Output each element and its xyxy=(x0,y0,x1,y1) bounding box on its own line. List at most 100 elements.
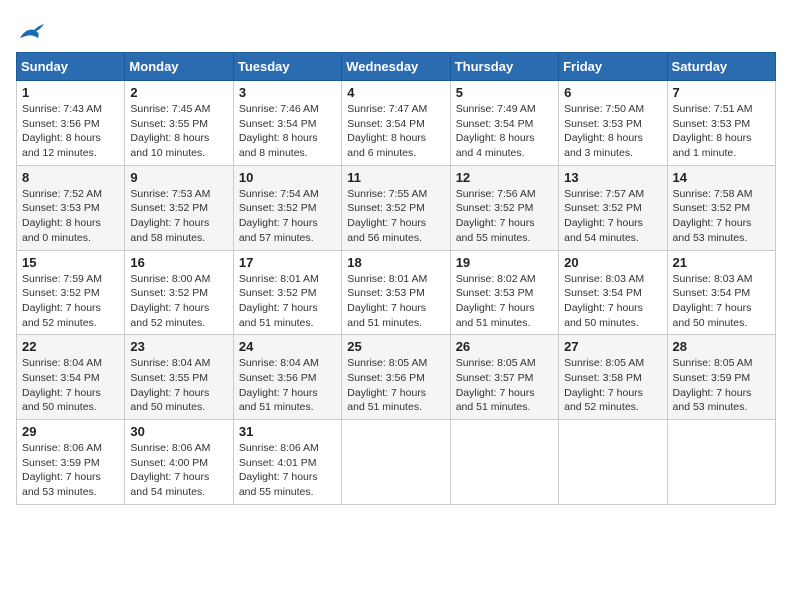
calendar-week-5: 29 Sunrise: 8:06 AMSunset: 3:59 PMDayligh… xyxy=(17,420,776,505)
day-number: 24 xyxy=(239,339,336,354)
day-number: 9 xyxy=(130,170,227,185)
day-detail: Sunrise: 8:04 AMSunset: 3:56 PMDaylight:… xyxy=(239,356,336,415)
day-detail: Sunrise: 7:58 AMSunset: 3:52 PMDaylight:… xyxy=(673,187,770,246)
day-detail: Sunrise: 8:06 AMSunset: 3:59 PMDaylight:… xyxy=(22,441,119,500)
day-number: 11 xyxy=(347,170,444,185)
calendar-day-10: 10 Sunrise: 7:54 AMSunset: 3:52 PMDayligh… xyxy=(233,165,341,250)
day-detail: Sunrise: 8:04 AMSunset: 3:54 PMDaylight:… xyxy=(22,356,119,415)
day-detail: Sunrise: 7:47 AMSunset: 3:54 PMDaylight:… xyxy=(347,102,444,161)
day-number: 15 xyxy=(22,255,119,270)
calendar-week-3: 15 Sunrise: 7:59 AMSunset: 3:52 PMDayligh… xyxy=(17,250,776,335)
day-number: 16 xyxy=(130,255,227,270)
day-number: 21 xyxy=(673,255,770,270)
calendar-day-19: 19 Sunrise: 8:02 AMSunset: 3:53 PMDayligh… xyxy=(450,250,558,335)
header-area xyxy=(16,16,776,44)
day-detail: Sunrise: 7:46 AMSunset: 3:54 PMDaylight:… xyxy=(239,102,336,161)
day-number: 23 xyxy=(130,339,227,354)
day-detail: Sunrise: 8:01 AMSunset: 3:52 PMDaylight:… xyxy=(239,272,336,331)
weekday-header-wednesday: Wednesday xyxy=(342,53,450,81)
day-detail: Sunrise: 7:51 AMSunset: 3:53 PMDaylight:… xyxy=(673,102,770,161)
calendar-day-17: 17 Sunrise: 8:01 AMSunset: 3:52 PMDayligh… xyxy=(233,250,341,335)
day-number: 4 xyxy=(347,85,444,100)
day-number: 19 xyxy=(456,255,553,270)
day-number: 13 xyxy=(564,170,661,185)
calendar-day-4: 4 Sunrise: 7:47 AMSunset: 3:54 PMDaylight… xyxy=(342,81,450,166)
day-number: 28 xyxy=(673,339,770,354)
calendar-day-12: 12 Sunrise: 7:56 AMSunset: 3:52 PMDayligh… xyxy=(450,165,558,250)
calendar-day-27: 27 Sunrise: 8:05 AMSunset: 3:58 PMDayligh… xyxy=(559,335,667,420)
calendar-day-29: 29 Sunrise: 8:06 AMSunset: 3:59 PMDayligh… xyxy=(17,420,125,505)
day-detail: Sunrise: 8:05 AMSunset: 3:56 PMDaylight:… xyxy=(347,356,444,415)
day-number: 22 xyxy=(22,339,119,354)
calendar-day-22: 22 Sunrise: 8:04 AMSunset: 3:54 PMDayligh… xyxy=(17,335,125,420)
day-number: 12 xyxy=(456,170,553,185)
day-detail: Sunrise: 8:00 AMSunset: 3:52 PMDaylight:… xyxy=(130,272,227,331)
calendar-day-1: 1 Sunrise: 7:43 AMSunset: 3:56 PMDaylight… xyxy=(17,81,125,166)
day-number: 26 xyxy=(456,339,553,354)
weekday-header-sunday: Sunday xyxy=(17,53,125,81)
calendar-header-row: SundayMondayTuesdayWednesdayThursdayFrid… xyxy=(17,53,776,81)
calendar-day-13: 13 Sunrise: 7:57 AMSunset: 3:52 PMDayligh… xyxy=(559,165,667,250)
calendar-day-18: 18Sunrise: 8:01 AMSunset: 3:53 PMDayligh… xyxy=(342,250,450,335)
calendar-day-7: 7Sunrise: 7:51 AMSunset: 3:53 PMDaylight… xyxy=(667,81,775,166)
calendar-day-6: 6Sunrise: 7:50 AMSunset: 3:53 PMDaylight… xyxy=(559,81,667,166)
calendar-table: SundayMondayTuesdayWednesdayThursdayFrid… xyxy=(16,52,776,505)
day-detail: Sunrise: 8:05 AMSunset: 3:58 PMDaylight:… xyxy=(564,356,661,415)
day-number: 31 xyxy=(239,424,336,439)
logo-bird-icon xyxy=(18,20,46,44)
day-detail: Sunrise: 8:03 AMSunset: 3:54 PMDaylight:… xyxy=(673,272,770,331)
weekday-header-saturday: Saturday xyxy=(667,53,775,81)
calendar-day-31: 31 Sunrise: 8:06 AMSunset: 4:01 PMDayligh… xyxy=(233,420,341,505)
day-number: 17 xyxy=(239,255,336,270)
calendar-day-28: 28 Sunrise: 8:05 AMSunset: 3:59 PMDayligh… xyxy=(667,335,775,420)
day-number: 27 xyxy=(564,339,661,354)
day-number: 30 xyxy=(130,424,227,439)
day-number: 10 xyxy=(239,170,336,185)
empty-cell xyxy=(667,420,775,505)
calendar-day-14: 14 Sunrise: 7:58 AMSunset: 3:52 PMDayligh… xyxy=(667,165,775,250)
day-detail: Sunrise: 8:02 AMSunset: 3:53 PMDaylight:… xyxy=(456,272,553,331)
calendar-day-21: 21 Sunrise: 8:03 AMSunset: 3:54 PMDayligh… xyxy=(667,250,775,335)
day-detail: Sunrise: 7:56 AMSunset: 3:52 PMDaylight:… xyxy=(456,187,553,246)
calendar-day-16: 16 Sunrise: 8:00 AMSunset: 3:52 PMDayligh… xyxy=(125,250,233,335)
calendar-day-5: 5Sunrise: 7:49 AMSunset: 3:54 PMDaylight… xyxy=(450,81,558,166)
weekday-header-thursday: Thursday xyxy=(450,53,558,81)
day-detail: Sunrise: 7:57 AMSunset: 3:52 PMDaylight:… xyxy=(564,187,661,246)
day-detail: Sunrise: 7:43 AMSunset: 3:56 PMDaylight:… xyxy=(22,102,119,161)
calendar-week-1: 1 Sunrise: 7:43 AMSunset: 3:56 PMDaylight… xyxy=(17,81,776,166)
day-number: 1 xyxy=(22,85,119,100)
day-detail: Sunrise: 7:59 AMSunset: 3:52 PMDaylight:… xyxy=(22,272,119,331)
calendar-week-4: 22 Sunrise: 8:04 AMSunset: 3:54 PMDayligh… xyxy=(17,335,776,420)
day-detail: Sunrise: 8:03 AMSunset: 3:54 PMDaylight:… xyxy=(564,272,661,331)
day-number: 14 xyxy=(673,170,770,185)
day-number: 20 xyxy=(564,255,661,270)
day-detail: Sunrise: 8:06 AMSunset: 4:01 PMDaylight:… xyxy=(239,441,336,500)
day-detail: Sunrise: 7:53 AMSunset: 3:52 PMDaylight:… xyxy=(130,187,227,246)
calendar-day-25: 25 Sunrise: 8:05 AMSunset: 3:56 PMDayligh… xyxy=(342,335,450,420)
day-number: 29 xyxy=(22,424,119,439)
day-number: 2 xyxy=(130,85,227,100)
calendar-day-3: 3Sunrise: 7:46 AMSunset: 3:54 PMDaylight… xyxy=(233,81,341,166)
calendar-day-30: 30 Sunrise: 8:06 AMSunset: 4:00 PMDayligh… xyxy=(125,420,233,505)
day-detail: Sunrise: 7:52 AMSunset: 3:53 PMDaylight:… xyxy=(22,187,119,246)
day-detail: Sunrise: 7:55 AMSunset: 3:52 PMDaylight:… xyxy=(347,187,444,246)
day-number: 6 xyxy=(564,85,661,100)
calendar-day-24: 24 Sunrise: 8:04 AMSunset: 3:56 PMDayligh… xyxy=(233,335,341,420)
calendar-day-8: 8Sunrise: 7:52 AMSunset: 3:53 PMDaylight… xyxy=(17,165,125,250)
day-detail: Sunrise: 7:54 AMSunset: 3:52 PMDaylight:… xyxy=(239,187,336,246)
day-number: 25 xyxy=(347,339,444,354)
weekday-header-monday: Monday xyxy=(125,53,233,81)
day-detail: Sunrise: 8:01 AMSunset: 3:53 PMDaylight:… xyxy=(347,272,444,331)
calendar-day-11: 11 Sunrise: 7:55 AMSunset: 3:52 PMDayligh… xyxy=(342,165,450,250)
calendar-day-26: 26 Sunrise: 8:05 AMSunset: 3:57 PMDayligh… xyxy=(450,335,558,420)
calendar-day-9: 9 Sunrise: 7:53 AMSunset: 3:52 PMDaylight… xyxy=(125,165,233,250)
day-detail: Sunrise: 7:49 AMSunset: 3:54 PMDaylight:… xyxy=(456,102,553,161)
day-detail: Sunrise: 8:05 AMSunset: 3:59 PMDaylight:… xyxy=(673,356,770,415)
day-detail: Sunrise: 8:06 AMSunset: 4:00 PMDaylight:… xyxy=(130,441,227,500)
calendar-day-23: 23Sunrise: 8:04 AMSunset: 3:55 PMDayligh… xyxy=(125,335,233,420)
calendar-week-2: 8Sunrise: 7:52 AMSunset: 3:53 PMDaylight… xyxy=(17,165,776,250)
weekday-header-friday: Friday xyxy=(559,53,667,81)
day-detail: Sunrise: 8:05 AMSunset: 3:57 PMDaylight:… xyxy=(456,356,553,415)
day-detail: Sunrise: 7:45 AMSunset: 3:55 PMDaylight:… xyxy=(130,102,227,161)
weekday-header-tuesday: Tuesday xyxy=(233,53,341,81)
